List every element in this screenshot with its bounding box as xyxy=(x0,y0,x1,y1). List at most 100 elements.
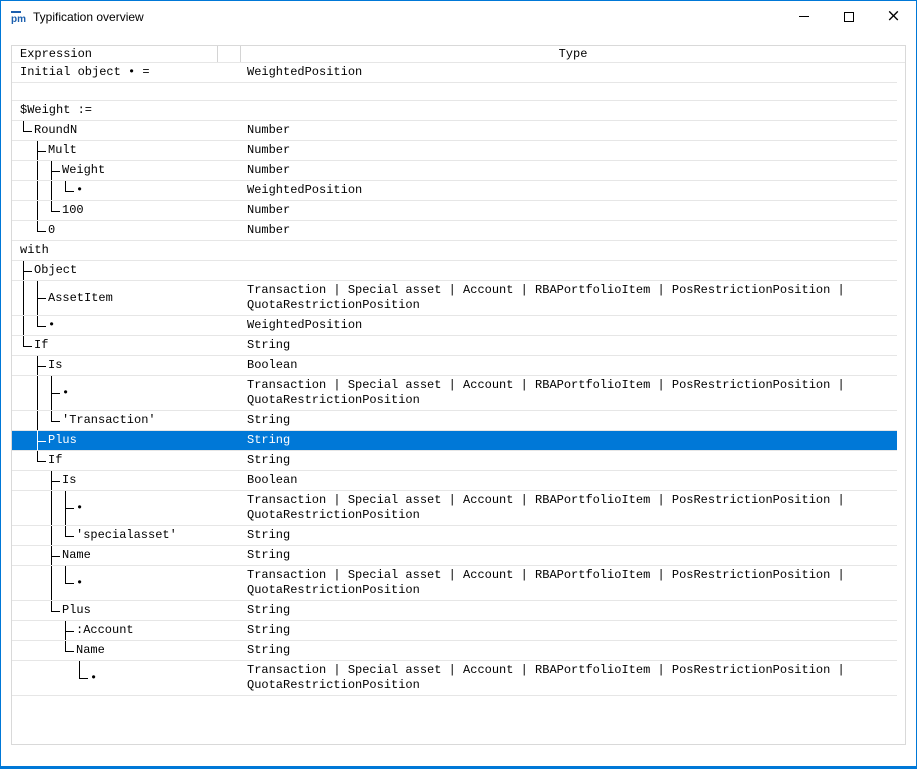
expression-cell: Name xyxy=(12,641,218,660)
tree-row[interactable]: 0Number xyxy=(12,221,897,241)
tree-row[interactable]: •Transaction | Special asset | Account |… xyxy=(12,566,897,601)
tree-row[interactable]: •Transaction | Special asset | Account |… xyxy=(12,661,897,696)
tree-row[interactable]: •Transaction | Special asset | Account |… xyxy=(12,376,897,411)
expression-cell: Initial object • = xyxy=(12,63,218,82)
minimize-button[interactable] xyxy=(781,1,826,32)
tree-row[interactable]: •WeightedPosition xyxy=(12,316,897,336)
tree-row[interactable]: WeightNumber xyxy=(12,161,897,181)
type-cell: String xyxy=(241,431,897,450)
type-cell: Boolean xyxy=(241,471,897,490)
tree-row[interactable]: Plus String xyxy=(12,431,897,451)
type-cell: WeightedPosition xyxy=(241,181,897,200)
gap-cell xyxy=(218,431,241,450)
expression-text: Is xyxy=(12,473,76,488)
column-header-type[interactable]: Type xyxy=(241,46,905,62)
tree-line xyxy=(65,181,66,191)
tree-line xyxy=(51,393,60,394)
type-cell: Number xyxy=(241,141,897,160)
expression-cell: Plus xyxy=(12,431,218,450)
maximize-button[interactable] xyxy=(826,1,871,32)
tree-row[interactable]: Is Boolean xyxy=(12,471,897,491)
expression-cell: 0 xyxy=(12,221,218,240)
type-cell: Transaction | Special asset | Account | … xyxy=(241,491,897,525)
gap-cell xyxy=(218,241,241,260)
tree-line xyxy=(65,526,66,536)
expression-cell: with xyxy=(12,241,218,260)
tree-row[interactable]: 100Number xyxy=(12,201,897,221)
type-cell: Number xyxy=(241,161,897,180)
expression-cell: • xyxy=(12,566,218,600)
expression-text: AssetItem xyxy=(12,291,113,306)
titlebar[interactable]: pm Typification overview × xyxy=(1,1,916,32)
tree-row[interactable]: PlusString xyxy=(12,601,897,621)
tree-line xyxy=(37,441,46,442)
tree-row[interactable]: 'Transaction' String xyxy=(12,411,897,431)
type-cell xyxy=(241,101,897,120)
gap-cell xyxy=(218,281,241,315)
tree-row[interactable]: IfString xyxy=(12,336,897,356)
tree-row[interactable]: Object xyxy=(12,261,897,281)
table-rows: Initial object • =WeightedPosition$Weigh… xyxy=(12,63,897,696)
tree-row[interactable]: $Weight := xyxy=(12,101,897,121)
tree-line xyxy=(37,161,38,180)
gap-cell xyxy=(218,491,241,525)
expression-cell: Plus xyxy=(12,601,218,620)
tree-row[interactable]: 'specialasset'String xyxy=(12,526,897,546)
expression-text: RoundN xyxy=(12,123,77,138)
tree-line xyxy=(37,181,38,200)
spacer-row[interactable] xyxy=(12,83,897,101)
tree-line xyxy=(23,316,24,335)
type-cell xyxy=(241,241,897,260)
tree-row[interactable]: MultNumber xyxy=(12,141,897,161)
expression-text: Name xyxy=(12,643,105,658)
tree-row[interactable]: •Transaction | Special asset | Account |… xyxy=(12,491,897,526)
expression-text: Object xyxy=(12,263,77,278)
type-cell: String xyxy=(241,411,897,430)
expression-cell: 'specialasset' xyxy=(12,526,218,545)
tree-row[interactable]: Is Boolean xyxy=(12,356,897,376)
tree-row[interactable]: • WeightedPosition xyxy=(12,181,897,201)
expression-cell: 'Transaction' xyxy=(12,411,218,430)
gap-cell xyxy=(218,566,241,600)
tree-row[interactable]: Initial object • =WeightedPosition xyxy=(12,63,897,83)
tree-row[interactable]: RoundN Number xyxy=(12,121,897,141)
tree-row[interactable]: NameString xyxy=(12,546,897,566)
column-header-expression[interactable]: Expression xyxy=(12,46,218,62)
tree-line xyxy=(65,536,74,537)
pm-app-icon: pm xyxy=(10,9,26,25)
gap-cell xyxy=(218,451,241,470)
tree-line xyxy=(51,181,52,200)
dialog-content: Expression Type Initial object • =Weight… xyxy=(1,32,916,766)
type-cell: Boolean xyxy=(241,356,897,375)
tree-row[interactable]: IfString xyxy=(12,451,897,471)
type-cell: Number xyxy=(241,121,897,140)
gap-cell xyxy=(218,411,241,430)
typification-table: Expression Type Initial object • =Weight… xyxy=(11,45,906,745)
gap-cell xyxy=(218,661,241,695)
tree-line xyxy=(51,556,60,557)
expression-cell: Is xyxy=(12,356,218,375)
tree-line xyxy=(23,271,32,272)
type-cell xyxy=(241,261,897,280)
expression-cell: • xyxy=(12,181,218,200)
window-controls: × xyxy=(781,1,916,32)
column-header-gap[interactable] xyxy=(218,46,241,62)
type-cell: String xyxy=(241,641,897,660)
close-button[interactable]: × xyxy=(871,1,916,32)
tree-row[interactable]: AssetItemTransaction | Special asset | A… xyxy=(12,281,897,316)
tree-row[interactable]: Name String xyxy=(12,641,897,661)
tree-line xyxy=(37,316,38,326)
expression-cell: :Account xyxy=(12,621,218,640)
expression-text: Initial object • = xyxy=(12,65,150,80)
tree-line xyxy=(79,661,80,678)
gap-cell xyxy=(218,101,241,120)
tree-row[interactable]: :AccountString xyxy=(12,621,897,641)
expression-text: 100 xyxy=(12,203,84,218)
window-title: Typification overview xyxy=(33,10,781,24)
tree-line xyxy=(51,491,52,525)
gap-cell xyxy=(218,546,241,565)
tree-row[interactable]: with xyxy=(12,241,897,261)
tree-line xyxy=(37,221,38,231)
gap-cell xyxy=(218,471,241,490)
type-cell: Transaction | Special asset | Account | … xyxy=(241,661,897,695)
